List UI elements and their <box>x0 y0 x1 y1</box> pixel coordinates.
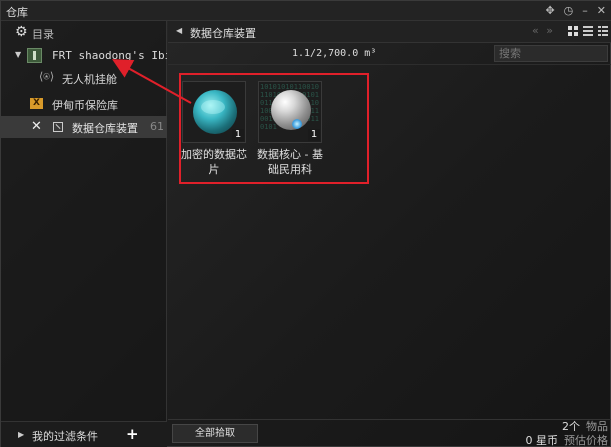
tree-item-isk-vault[interactable]: X 伊甸币保险库 <box>1 93 167 115</box>
tree-item-ship[interactable]: ▼ FRT shaodong's Ibis ( <box>1 45 167 67</box>
add-filter-icon[interactable]: + <box>126 425 139 443</box>
back-arrow-icon[interactable]: ◀ <box>176 26 182 35</box>
window-title: 仓库 <box>6 6 28 19</box>
drone-bay-label: 无人机挂舱 <box>62 73 117 86</box>
expand-arrow-icon[interactable]: ▼ <box>15 50 21 59</box>
filter-label: 我的过滤条件 <box>32 430 98 443</box>
capacity-bar: 1.1/2,700.0 m³ <box>168 43 611 65</box>
capacity-readout: 1.1/2,700.0 m³ <box>292 48 377 59</box>
filter-bar[interactable]: ▶ 我的过滤条件 + <box>1 421 167 447</box>
datacore-sphere-icon <box>271 90 311 130</box>
clock-icon[interactable]: ◷ <box>564 4 574 17</box>
ship-icon <box>27 48 42 63</box>
breadcrumb: ◀ 数据仓库装置 « » <box>168 21 611 43</box>
isk-vault-icon: X <box>30 98 43 109</box>
item-thumbnail[interactable]: 1010101011001011010100110101011010010101… <box>258 81 322 143</box>
glow-icon <box>292 119 302 129</box>
search-input[interactable] <box>494 45 608 62</box>
estimated-value-label: 预估价格 <box>564 434 608 447</box>
breadcrumb-title: 数据仓库装置 <box>190 27 256 40</box>
gear-icon[interactable]: ⚙ <box>15 24 28 40</box>
pin-icon[interactable]: ✥ <box>545 4 554 17</box>
isk-vault-label: 伊甸币保险库 <box>52 99 118 112</box>
grid-view-icon[interactable] <box>568 26 578 36</box>
history-nav[interactable]: « » <box>532 24 555 37</box>
data-container-count: 61 <box>150 120 164 133</box>
drone-bay-icon: ⟨⍟⟩ <box>39 70 55 83</box>
item-name: 数据核心 - 基础民用科 <box>257 148 323 176</box>
item-name: 加密的数据芯片 <box>181 148 247 176</box>
inventory-stats: 2个 物品 0 星币 预估价格 <box>526 420 609 447</box>
window-buttons: ✥ ◷ – ✕ <box>545 4 606 17</box>
title-bar[interactable]: 仓库 ✥ ◷ – ✕ <box>1 1 611 21</box>
close-icon[interactable]: ✕ <box>31 119 42 134</box>
encrypted-data-chip-icon <box>193 90 237 134</box>
view-mode-buttons <box>568 26 608 36</box>
bottom-bar: 全部拾取 2个 物品 0 星币 预估价格 <box>168 419 611 447</box>
list-view-icon[interactable] <box>583 26 593 36</box>
item-thumbnail[interactable]: 1 <box>182 81 246 143</box>
directory-label: 目录 <box>32 28 54 41</box>
container-icon <box>53 122 63 132</box>
tree-item-data-container[interactable]: ✕ 数据仓库装置 61 <box>1 116 167 138</box>
container-contents-panel: ◀ 数据仓库装置 « » 1.1/2,700.0 m³ 1 加密的数据芯片 10… <box>168 21 611 447</box>
close-icon[interactable]: ✕ <box>597 4 606 17</box>
details-view-icon[interactable] <box>598 26 608 36</box>
directory-header[interactable]: ⚙ 目录 <box>1 23 167 43</box>
pickup-all-button[interactable]: 全部拾取 <box>172 424 258 443</box>
inventory-window: 仓库 ✥ ◷ – ✕ ⚙ 目录 ▼ FRT shaodong's Ibis ( … <box>0 0 611 447</box>
location-tree-panel: ⚙ 目录 ▼ FRT shaodong's Ibis ( ⟨⍟⟩ 无人机挂舱 X… <box>1 21 167 447</box>
item-quantity: 1 <box>232 129 244 141</box>
tree-item-drone-bay[interactable]: ⟨⍟⟩ 无人机挂舱 <box>1 67 167 89</box>
collapse-arrow-icon[interactable]: ▶ <box>18 430 24 439</box>
estimated-value: 0 星币 <box>525 434 559 447</box>
data-container-label: 数据仓库装置 <box>72 122 138 135</box>
ship-name: FRT shaodong's Ibis ( <box>52 49 167 62</box>
item-quantity: 1 <box>308 129 320 141</box>
minimize-icon[interactable]: – <box>582 4 588 17</box>
item-count: 2个 <box>562 420 580 433</box>
item-count-label: 物品 <box>586 420 608 433</box>
